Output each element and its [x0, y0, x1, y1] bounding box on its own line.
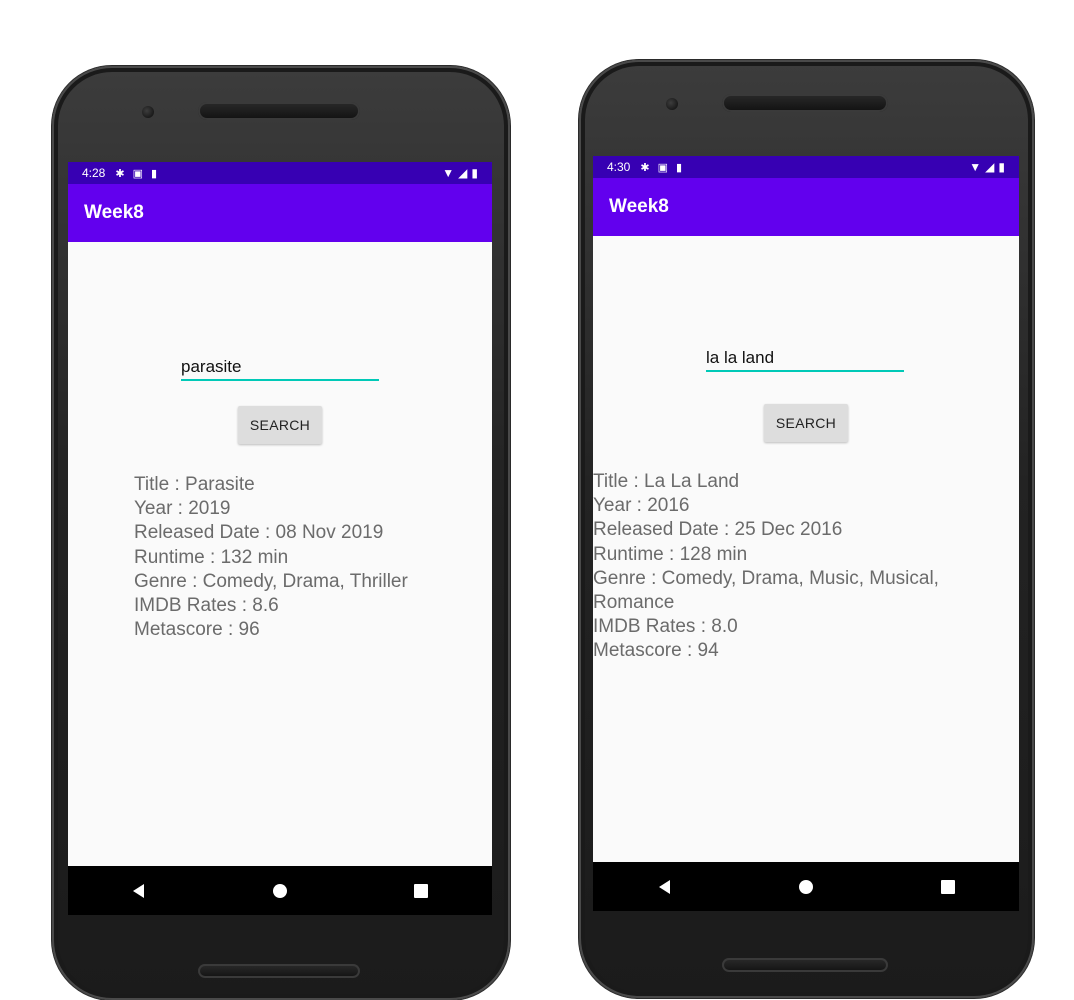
app-bar: Week8: [68, 184, 492, 242]
bottom-speaker: [198, 964, 360, 978]
search-button[interactable]: SEARCH: [764, 404, 848, 442]
battery-icon: ▮: [998, 160, 1005, 174]
result-imdb: IMDB Rates : 8.6: [134, 595, 279, 617]
search-input[interactable]: [181, 355, 379, 381]
result-runtime: Runtime : 128 min: [593, 543, 748, 565]
status-time: 4:30: [607, 160, 631, 174]
nav-home-icon: [799, 879, 813, 894]
phone-frame-right: 4:30 ✱ ▣ ▮ ▼ ◢ ▮ Week8 SEARCH Title : La…: [579, 60, 1034, 998]
status-bar: 4:28 ✱ ▣ ▮ ▼ ◢ ▮: [68, 162, 492, 184]
result-genre: Genre : Comedy, Drama, Music, Musical, R…: [593, 567, 939, 614]
navigation-bar: [68, 866, 492, 915]
bottom-speaker: [722, 958, 888, 972]
nav-back-icon: [133, 883, 145, 898]
app-title: Week8: [84, 202, 144, 223]
sd-card-icon: ▮: [675, 161, 683, 174]
result-metascore: Metascore : 96: [134, 619, 260, 641]
nav-home-button[interactable]: [776, 862, 836, 911]
phone-frame-left: 4:28 ✱ ▣ ▮ ▼ ◢ ▮ Week8 SEARCH Title : Pa…: [52, 66, 510, 1000]
result-year: Year : 2016: [593, 495, 690, 517]
settings-icon: ✱: [115, 167, 125, 180]
notification-a-icon: ▣: [657, 161, 668, 174]
movie-result: Title : Parasite Year : 2019 Released Da…: [134, 473, 408, 642]
earpiece-speaker: [198, 102, 360, 120]
result-runtime: Runtime : 132 min: [134, 546, 289, 568]
result-released: Released Date : 08 Nov 2019: [134, 522, 384, 544]
result-year: Year : 2019: [134, 498, 231, 520]
nav-recents-button[interactable]: [918, 862, 978, 911]
sd-card-icon: ▮: [150, 167, 158, 180]
screen: 4:28 ✱ ▣ ▮ ▼ ◢ ▮ Week8 SEARCH Title : Pa…: [68, 162, 492, 915]
result-title: Title : La La Land: [593, 471, 740, 492]
nav-back-button[interactable]: [634, 862, 694, 911]
status-time: 4:28: [82, 166, 106, 180]
nav-back-icon: [658, 879, 670, 894]
notification-a-icon: ▣: [132, 167, 143, 180]
app-bar: Week8: [593, 178, 1019, 236]
navigation-bar: [593, 862, 1019, 911]
result-genre: Genre : Comedy, Drama, Thriller: [134, 570, 408, 592]
battery-icon: ▮: [471, 166, 478, 180]
search-button[interactable]: SEARCH: [238, 406, 322, 444]
nav-home-button[interactable]: [250, 866, 310, 915]
status-bar: 4:30 ✱ ▣ ▮ ▼ ◢ ▮: [593, 156, 1019, 178]
nav-recents-icon: [414, 883, 429, 898]
result-title: Title : Parasite: [134, 474, 255, 495]
nav-back-button[interactable]: [109, 866, 169, 915]
movie-result: Title : La La Land Year : 2016 Released …: [593, 470, 973, 664]
nav-recents-button[interactable]: [391, 866, 451, 915]
signal-icon: ◢: [985, 160, 995, 174]
front-camera: [666, 98, 678, 110]
result-imdb: IMDB Rates : 8.0: [593, 616, 738, 638]
nav-home-icon: [272, 883, 287, 898]
front-camera: [142, 106, 154, 118]
result-metascore: Metascore : 94: [593, 640, 719, 662]
screen: 4:30 ✱ ▣ ▮ ▼ ◢ ▮ Week8 SEARCH Title : La…: [593, 156, 1019, 911]
signal-icon: ◢: [458, 166, 468, 180]
status-right-icons: ▼ ◢ ▮: [442, 166, 478, 180]
wifi-icon: ▼: [442, 166, 455, 180]
settings-icon: ✱: [640, 161, 650, 174]
earpiece-speaker: [722, 94, 888, 112]
result-released: Released Date : 25 Dec 2016: [593, 519, 843, 541]
status-right-icons: ▼ ◢ ▮: [969, 160, 1005, 174]
nav-recents-icon: [941, 879, 955, 894]
wifi-icon: ▼: [969, 160, 982, 174]
app-title: Week8: [609, 196, 669, 217]
search-input[interactable]: [706, 346, 904, 372]
